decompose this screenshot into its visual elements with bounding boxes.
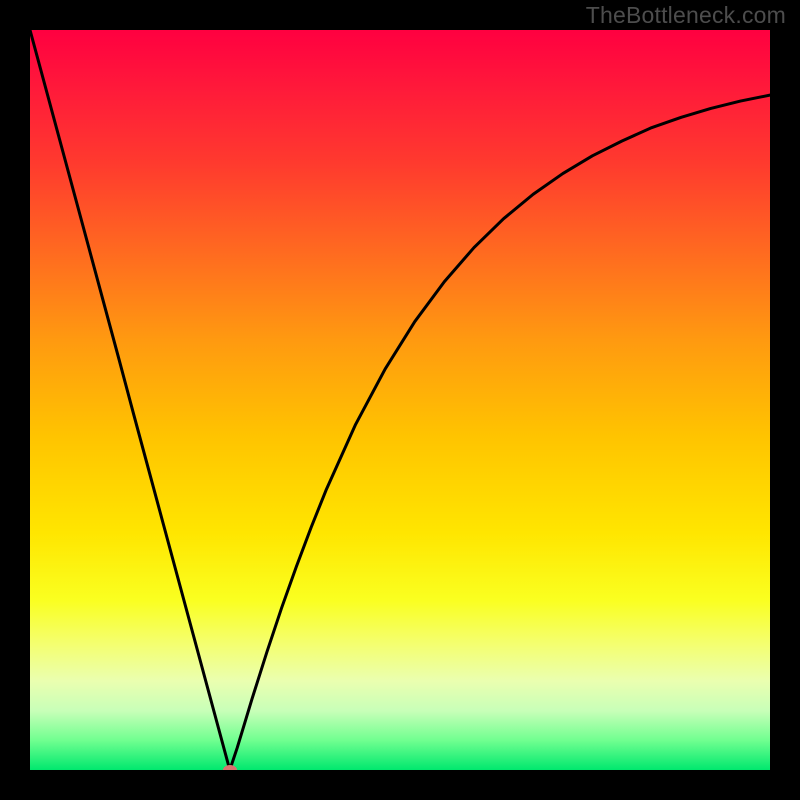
bottleneck-curve xyxy=(30,30,770,770)
frame-left xyxy=(0,0,30,800)
frame-bottom xyxy=(0,770,800,800)
plot-area xyxy=(30,30,770,770)
curve-svg xyxy=(30,30,770,770)
watermark-text: TheBottleneck.com xyxy=(586,2,786,29)
frame-right xyxy=(770,0,800,800)
